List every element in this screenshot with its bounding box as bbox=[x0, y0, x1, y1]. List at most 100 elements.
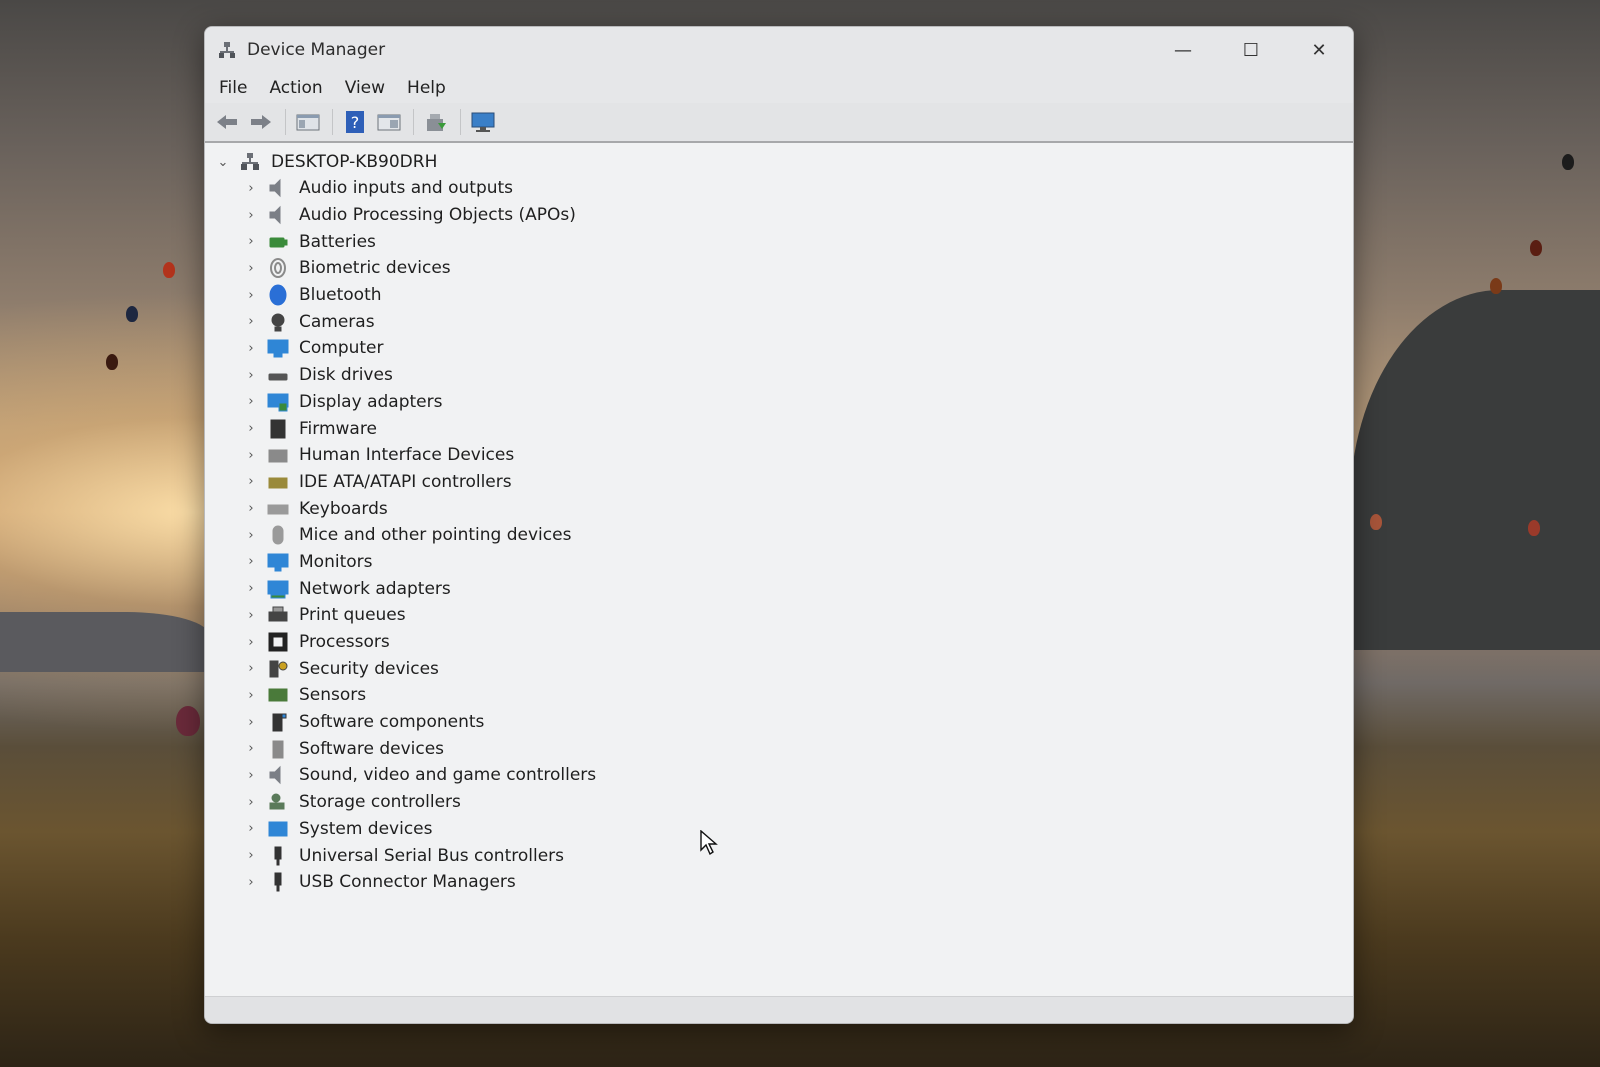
network-adapter-icon bbox=[267, 580, 289, 599]
close-button[interactable]: ✕ bbox=[1285, 27, 1353, 73]
tree-item-label: Computer bbox=[299, 338, 384, 359]
tree-item[interactable]: › Biometric devices bbox=[241, 255, 596, 282]
title-bar[interactable]: Device Manager — ☐ ✕ bbox=[205, 27, 1353, 73]
chevron-right-icon[interactable]: › bbox=[241, 819, 261, 839]
chevron-right-icon[interactable]: › bbox=[241, 178, 261, 198]
chevron-right-icon[interactable]: › bbox=[241, 445, 261, 465]
chevron-right-icon[interactable]: › bbox=[241, 792, 261, 812]
update-driver-button[interactable] bbox=[420, 107, 452, 137]
speaker-icon bbox=[269, 205, 281, 225]
chevron-right-icon[interactable]: › bbox=[241, 712, 261, 732]
maximize-button[interactable]: ☐ bbox=[1217, 27, 1285, 73]
tree-item[interactable]: › Storage controllers bbox=[241, 789, 596, 816]
chevron-right-icon[interactable]: › bbox=[241, 232, 261, 252]
ide-controller-icon bbox=[268, 477, 288, 489]
scan-hardware-changes-button[interactable] bbox=[467, 107, 499, 137]
tree-item[interactable]: › Network adapters bbox=[241, 575, 596, 602]
chevron-right-icon[interactable]: › bbox=[241, 765, 261, 785]
speaker-icon bbox=[269, 179, 281, 198]
chevron-right-icon[interactable]: › bbox=[241, 579, 261, 599]
window-title: Device Manager bbox=[247, 40, 386, 60]
tree-item[interactable]: › Cameras bbox=[241, 308, 596, 335]
tree-item-label: Sound, video and game controllers bbox=[299, 765, 597, 786]
forward-button[interactable] bbox=[245, 107, 277, 137]
mouse-icon bbox=[272, 525, 284, 545]
tree-item[interactable]: › Universal Serial Bus controllers bbox=[241, 842, 596, 869]
tree-item-label: USB Connector Managers bbox=[299, 872, 516, 893]
help-icon: ? bbox=[346, 111, 364, 133]
chevron-right-icon[interactable]: › bbox=[241, 258, 261, 278]
chevron-right-icon[interactable]: › bbox=[241, 739, 261, 759]
device-category-list: › Audio inputs and outputs › Audio Processi… bbox=[241, 175, 596, 896]
chevron-right-icon[interactable]: › bbox=[241, 525, 261, 545]
minimize-button[interactable]: — bbox=[1149, 27, 1217, 73]
tree-item[interactable]: › System devices bbox=[241, 816, 596, 843]
tree-item[interactable]: › Bluetooth bbox=[241, 282, 596, 309]
tree-root-node[interactable]: ⌄ DESKTOP-KB90DRH bbox=[213, 149, 438, 175]
menu-help[interactable]: Help bbox=[407, 78, 456, 98]
chevron-right-icon[interactable]: › bbox=[241, 472, 261, 492]
chevron-right-icon[interactable]: › bbox=[241, 312, 261, 332]
tree-item[interactable]: › Processors bbox=[241, 629, 596, 656]
tree-item-label: Audio inputs and outputs bbox=[299, 178, 514, 199]
chevron-right-icon[interactable]: › bbox=[241, 552, 261, 572]
tree-item[interactable]: › Mice and other pointing devices bbox=[241, 522, 596, 549]
chevron-right-icon[interactable]: › bbox=[241, 846, 261, 866]
show-hide-console-tree-icon bbox=[296, 114, 320, 131]
chevron-right-icon[interactable]: › bbox=[241, 205, 261, 225]
chevron-right-icon[interactable]: › bbox=[241, 659, 261, 679]
chevron-right-icon[interactable]: › bbox=[241, 872, 261, 892]
tree-item[interactable]: › Audio inputs and outputs bbox=[241, 175, 596, 202]
system-devices-icon bbox=[268, 821, 288, 837]
show-hide-console-tree-button[interactable] bbox=[292, 107, 324, 137]
tree-item[interactable]: › Monitors bbox=[241, 549, 596, 576]
properties-button[interactable] bbox=[373, 107, 405, 137]
help-button[interactable]: ? bbox=[339, 107, 371, 137]
usb-icon bbox=[274, 872, 282, 892]
bluetooth-icon bbox=[269, 284, 287, 306]
chevron-right-icon[interactable]: › bbox=[241, 499, 261, 519]
tree-item[interactable]: › Batteries bbox=[241, 228, 596, 255]
chevron-right-icon[interactable]: › bbox=[241, 419, 261, 439]
tree-item-label: Storage controllers bbox=[299, 792, 461, 813]
tree-item[interactable]: › Human Interface Devices bbox=[241, 442, 596, 469]
balloon-icon bbox=[1528, 520, 1540, 536]
tree-item[interactable]: › Computer bbox=[241, 335, 596, 362]
tree-item[interactable]: › USB Connector Managers bbox=[241, 869, 596, 896]
tree-item[interactable]: › Disk drives bbox=[241, 362, 596, 389]
chevron-right-icon[interactable]: › bbox=[241, 685, 261, 705]
tree-item[interactable]: › IDE ATA/ATAPI controllers bbox=[241, 469, 596, 496]
tree-item-label: Sensors bbox=[299, 685, 367, 706]
chevron-right-icon[interactable]: › bbox=[241, 605, 261, 625]
tree-item[interactable]: › Print queues bbox=[241, 602, 596, 629]
tree-item[interactable]: › Software components bbox=[241, 709, 596, 736]
chevron-right-icon[interactable]: › bbox=[241, 632, 261, 652]
fingerprint-icon bbox=[270, 258, 286, 279]
chevron-right-icon[interactable]: › bbox=[241, 285, 261, 305]
tree-item-label: Audio Processing Objects (APOs) bbox=[299, 205, 576, 226]
tree-item[interactable]: › Software devices bbox=[241, 735, 596, 762]
menu-view[interactable]: View bbox=[345, 78, 395, 98]
back-button[interactable] bbox=[211, 107, 243, 137]
tree-item[interactable]: › Sound, video and game controllers bbox=[241, 762, 596, 789]
menu-file[interactable]: File bbox=[219, 78, 257, 98]
keyboard-icon bbox=[267, 504, 289, 515]
disk-drive-icon bbox=[268, 373, 288, 381]
tree-item-label: Monitors bbox=[299, 551, 373, 572]
tree-item[interactable]: › Keyboards bbox=[241, 495, 596, 522]
tree-item[interactable]: › Display adapters bbox=[241, 389, 596, 416]
chevron-right-icon[interactable]: › bbox=[241, 392, 261, 412]
speaker-icon bbox=[269, 766, 281, 785]
tree-item[interactable]: › Audio Processing Objects (APOs) bbox=[241, 202, 596, 229]
toolbar: ? bbox=[205, 103, 1353, 143]
menu-action[interactable]: Action bbox=[269, 78, 332, 98]
toolbar-separator bbox=[285, 109, 286, 135]
device-tree[interactable]: ⌄ DESKTOP-KB90DRH › Audio inputs and outp… bbox=[205, 143, 1353, 997]
tree-item[interactable]: › Sensors bbox=[241, 682, 596, 709]
chevron-right-icon[interactable]: › bbox=[241, 365, 261, 385]
tree-item[interactable]: › Security devices bbox=[241, 655, 596, 682]
balloon-icon bbox=[163, 262, 175, 278]
chevron-right-icon[interactable]: › bbox=[241, 338, 261, 358]
tree-item[interactable]: › Firmware bbox=[241, 415, 596, 442]
chevron-down-icon[interactable]: ⌄ bbox=[213, 152, 233, 172]
